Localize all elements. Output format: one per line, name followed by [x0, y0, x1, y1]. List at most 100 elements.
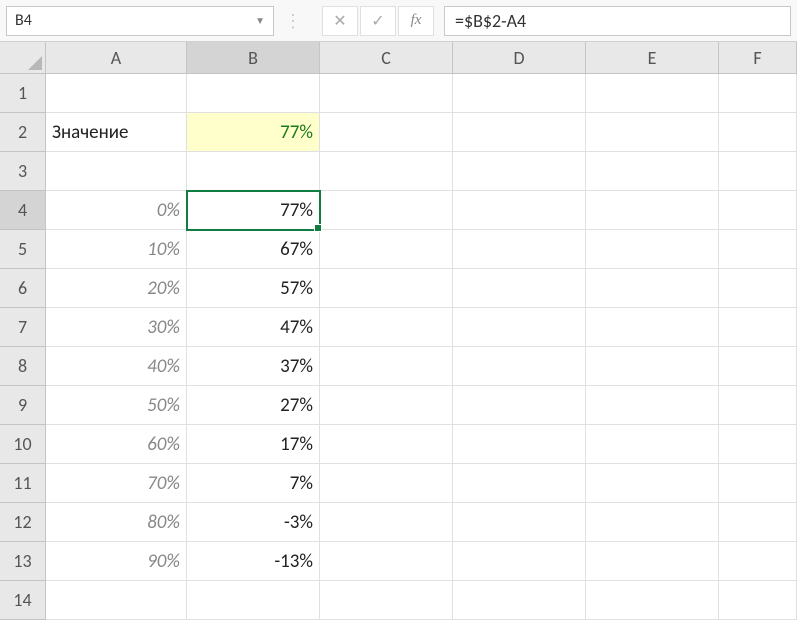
row-header-11[interactable]: 11	[0, 464, 46, 503]
cell-C13[interactable]	[320, 542, 453, 581]
cell-A14[interactable]	[46, 581, 187, 620]
row-header-13[interactable]: 13	[0, 542, 46, 581]
cell-C12[interactable]	[320, 503, 453, 542]
row-header-7[interactable]: 7	[0, 308, 46, 347]
cancel-formula-button[interactable]: ✕	[322, 6, 358, 36]
row-header-12[interactable]: 12	[0, 503, 46, 542]
cell-B8[interactable]: 37%	[187, 347, 320, 386]
cell-A1[interactable]	[46, 74, 187, 113]
cell-C4[interactable]	[320, 191, 453, 230]
cell-A2[interactable]: Значение	[46, 113, 187, 152]
cell-B1[interactable]	[187, 74, 320, 113]
row-header-6[interactable]: 6	[0, 269, 46, 308]
row-header-10[interactable]: 10	[0, 425, 46, 464]
row-header-8[interactable]: 8	[0, 347, 46, 386]
cell-B13[interactable]: -13%	[187, 542, 320, 581]
cell-D10[interactable]	[453, 425, 586, 464]
cell-F4[interactable]	[719, 191, 797, 230]
name-box[interactable]: B4 ▼	[6, 6, 274, 36]
cell-E9[interactable]	[586, 386, 719, 425]
cell-B9[interactable]: 27%	[187, 386, 320, 425]
cell-E12[interactable]	[586, 503, 719, 542]
cell-D4[interactable]	[453, 191, 586, 230]
cell-F6[interactable]	[719, 269, 797, 308]
col-header-E[interactable]: E	[586, 42, 719, 74]
cell-F5[interactable]	[719, 230, 797, 269]
cell-C2[interactable]	[320, 113, 453, 152]
cell-A8[interactable]: 40%	[46, 347, 187, 386]
cell-D7[interactable]	[453, 308, 586, 347]
col-header-B[interactable]: B	[187, 42, 320, 74]
cell-E3[interactable]	[586, 152, 719, 191]
cell-C14[interactable]	[320, 581, 453, 620]
row-header-3[interactable]: 3	[0, 152, 46, 191]
cell-C7[interactable]	[320, 308, 453, 347]
cell-E10[interactable]	[586, 425, 719, 464]
cell-B2[interactable]: 77%	[187, 113, 320, 152]
col-header-D[interactable]: D	[453, 42, 586, 74]
cell-A4[interactable]: 0%	[46, 191, 187, 230]
cell-A6[interactable]: 20%	[46, 269, 187, 308]
cell-F1[interactable]	[719, 74, 797, 113]
cell-F2[interactable]	[719, 113, 797, 152]
row-header-5[interactable]: 5	[0, 230, 46, 269]
cell-F12[interactable]	[719, 503, 797, 542]
cell-F3[interactable]	[719, 152, 797, 191]
cell-D1[interactable]	[453, 74, 586, 113]
cell-A5[interactable]: 10%	[46, 230, 187, 269]
cell-B7[interactable]: 47%	[187, 308, 320, 347]
cell-A12[interactable]: 80%	[46, 503, 187, 542]
cell-D3[interactable]	[453, 152, 586, 191]
cell-C8[interactable]	[320, 347, 453, 386]
cell-B3[interactable]	[187, 152, 320, 191]
name-box-dropdown-icon[interactable]: ▼	[255, 14, 265, 27]
cell-E1[interactable]	[586, 74, 719, 113]
cell-F8[interactable]	[719, 347, 797, 386]
col-header-C[interactable]: C	[320, 42, 453, 74]
cell-D5[interactable]	[453, 230, 586, 269]
cell-B6[interactable]: 57%	[187, 269, 320, 308]
formula-input[interactable]: =$B$2-A4	[444, 6, 791, 36]
cell-B5[interactable]: 67%	[187, 230, 320, 269]
cell-F7[interactable]	[719, 308, 797, 347]
cell-E6[interactable]	[586, 269, 719, 308]
cell-B10[interactable]: 17%	[187, 425, 320, 464]
cell-A7[interactable]: 30%	[46, 308, 187, 347]
cell-A3[interactable]	[46, 152, 187, 191]
col-header-A[interactable]: A	[46, 42, 187, 74]
cell-E13[interactable]	[586, 542, 719, 581]
cell-C1[interactable]	[320, 74, 453, 113]
confirm-formula-button[interactable]: ✓	[360, 6, 396, 36]
cell-A9[interactable]: 50%	[46, 386, 187, 425]
cell-B12[interactable]: -3%	[187, 503, 320, 542]
cell-C11[interactable]	[320, 464, 453, 503]
row-header-4[interactable]: 4	[0, 191, 46, 230]
cell-B14[interactable]	[187, 581, 320, 620]
cell-D14[interactable]	[453, 581, 586, 620]
select-all-corner[interactable]	[0, 42, 46, 74]
cell-D13[interactable]	[453, 542, 586, 581]
cell-D6[interactable]	[453, 269, 586, 308]
cell-C5[interactable]	[320, 230, 453, 269]
col-header-F[interactable]: F	[719, 42, 797, 74]
cell-E5[interactable]	[586, 230, 719, 269]
cell-A11[interactable]: 70%	[46, 464, 187, 503]
cell-D2[interactable]	[453, 113, 586, 152]
cell-D11[interactable]	[453, 464, 586, 503]
cell-D9[interactable]	[453, 386, 586, 425]
cell-F9[interactable]	[719, 386, 797, 425]
cell-C9[interactable]	[320, 386, 453, 425]
cell-D12[interactable]	[453, 503, 586, 542]
cell-C3[interactable]	[320, 152, 453, 191]
row-header-14[interactable]: 14	[0, 581, 46, 620]
cell-D8[interactable]	[453, 347, 586, 386]
cell-B4[interactable]: 77%	[187, 191, 320, 230]
cell-E14[interactable]	[586, 581, 719, 620]
cell-F10[interactable]	[719, 425, 797, 464]
row-header-9[interactable]: 9	[0, 386, 46, 425]
cell-C10[interactable]	[320, 425, 453, 464]
cell-B11[interactable]: 7%	[187, 464, 320, 503]
row-header-1[interactable]: 1	[0, 74, 46, 113]
cell-F13[interactable]	[719, 542, 797, 581]
cell-E11[interactable]	[586, 464, 719, 503]
